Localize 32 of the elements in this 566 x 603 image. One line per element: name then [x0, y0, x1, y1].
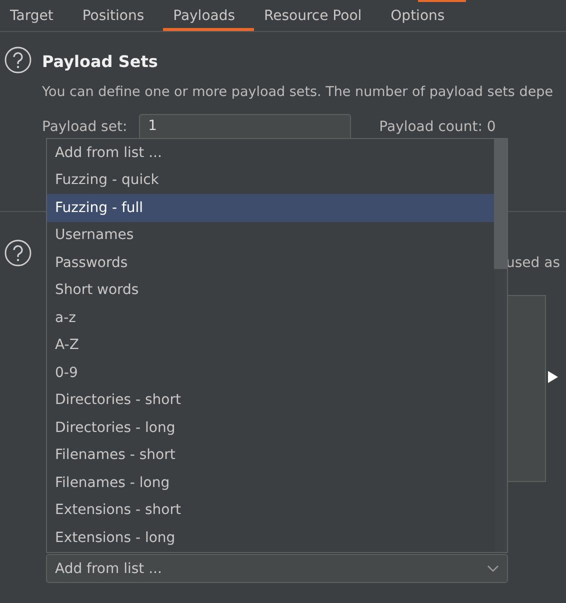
- menu-item[interactable]: Fuzzing - full: [47, 194, 494, 222]
- menu-item[interactable]: Short words: [47, 276, 494, 304]
- field-label: Payload set:: [42, 119, 128, 135]
- menu-item[interactable]: A-Z: [47, 332, 494, 359]
- expand-arrow-icon[interactable]: [548, 370, 558, 382]
- menu-item[interactable]: 0-9: [47, 359, 494, 386]
- menu-item[interactable]: Directories - short: [47, 386, 494, 414]
- menu-item[interactable]: Extensions - short: [47, 496, 494, 524]
- menu-item[interactable]: Add from list ...: [47, 139, 494, 166]
- tab[interactable]: Resource Pool: [254, 0, 381, 31]
- tab-accent: [418, 0, 466, 2]
- add-from-list-dropdown[interactable]: Add from list ...: [46, 554, 508, 583]
- scroll-thumb[interactable]: [494, 139, 507, 269]
- help-icon[interactable]: [4, 239, 32, 267]
- menu-item[interactable]: Filenames - short: [47, 442, 494, 469]
- payload-set-field[interactable]: 1: [139, 114, 352, 140]
- menu-item[interactable]: Fuzzing - quick: [47, 166, 494, 194]
- menu-item[interactable]: Filenames - long: [47, 469, 494, 496]
- section-description: You can define one or more payload sets. The number of payload sets depe: [42, 84, 554, 100]
- tab[interactable]: Payloads: [163, 0, 254, 31]
- tab[interactable]: Options: [380, 0, 464, 31]
- menu-item[interactable]: Directories - long: [47, 414, 494, 442]
- tab[interactable]: Positions: [72, 0, 164, 31]
- menu-item[interactable]: Extensions - long: [47, 524, 494, 552]
- section-title: Payload Sets: [42, 52, 159, 71]
- menu-item[interactable]: Passwords: [47, 249, 494, 276]
- payload-count: Payload count: 0: [379, 119, 496, 135]
- menu-item[interactable]: Usernames: [47, 222, 494, 249]
- tab[interactable]: Target: [0, 0, 72, 31]
- help-icon[interactable]: [4, 46, 32, 74]
- menu-item[interactable]: a-z: [47, 304, 494, 332]
- chevron-icon: [487, 564, 499, 572]
